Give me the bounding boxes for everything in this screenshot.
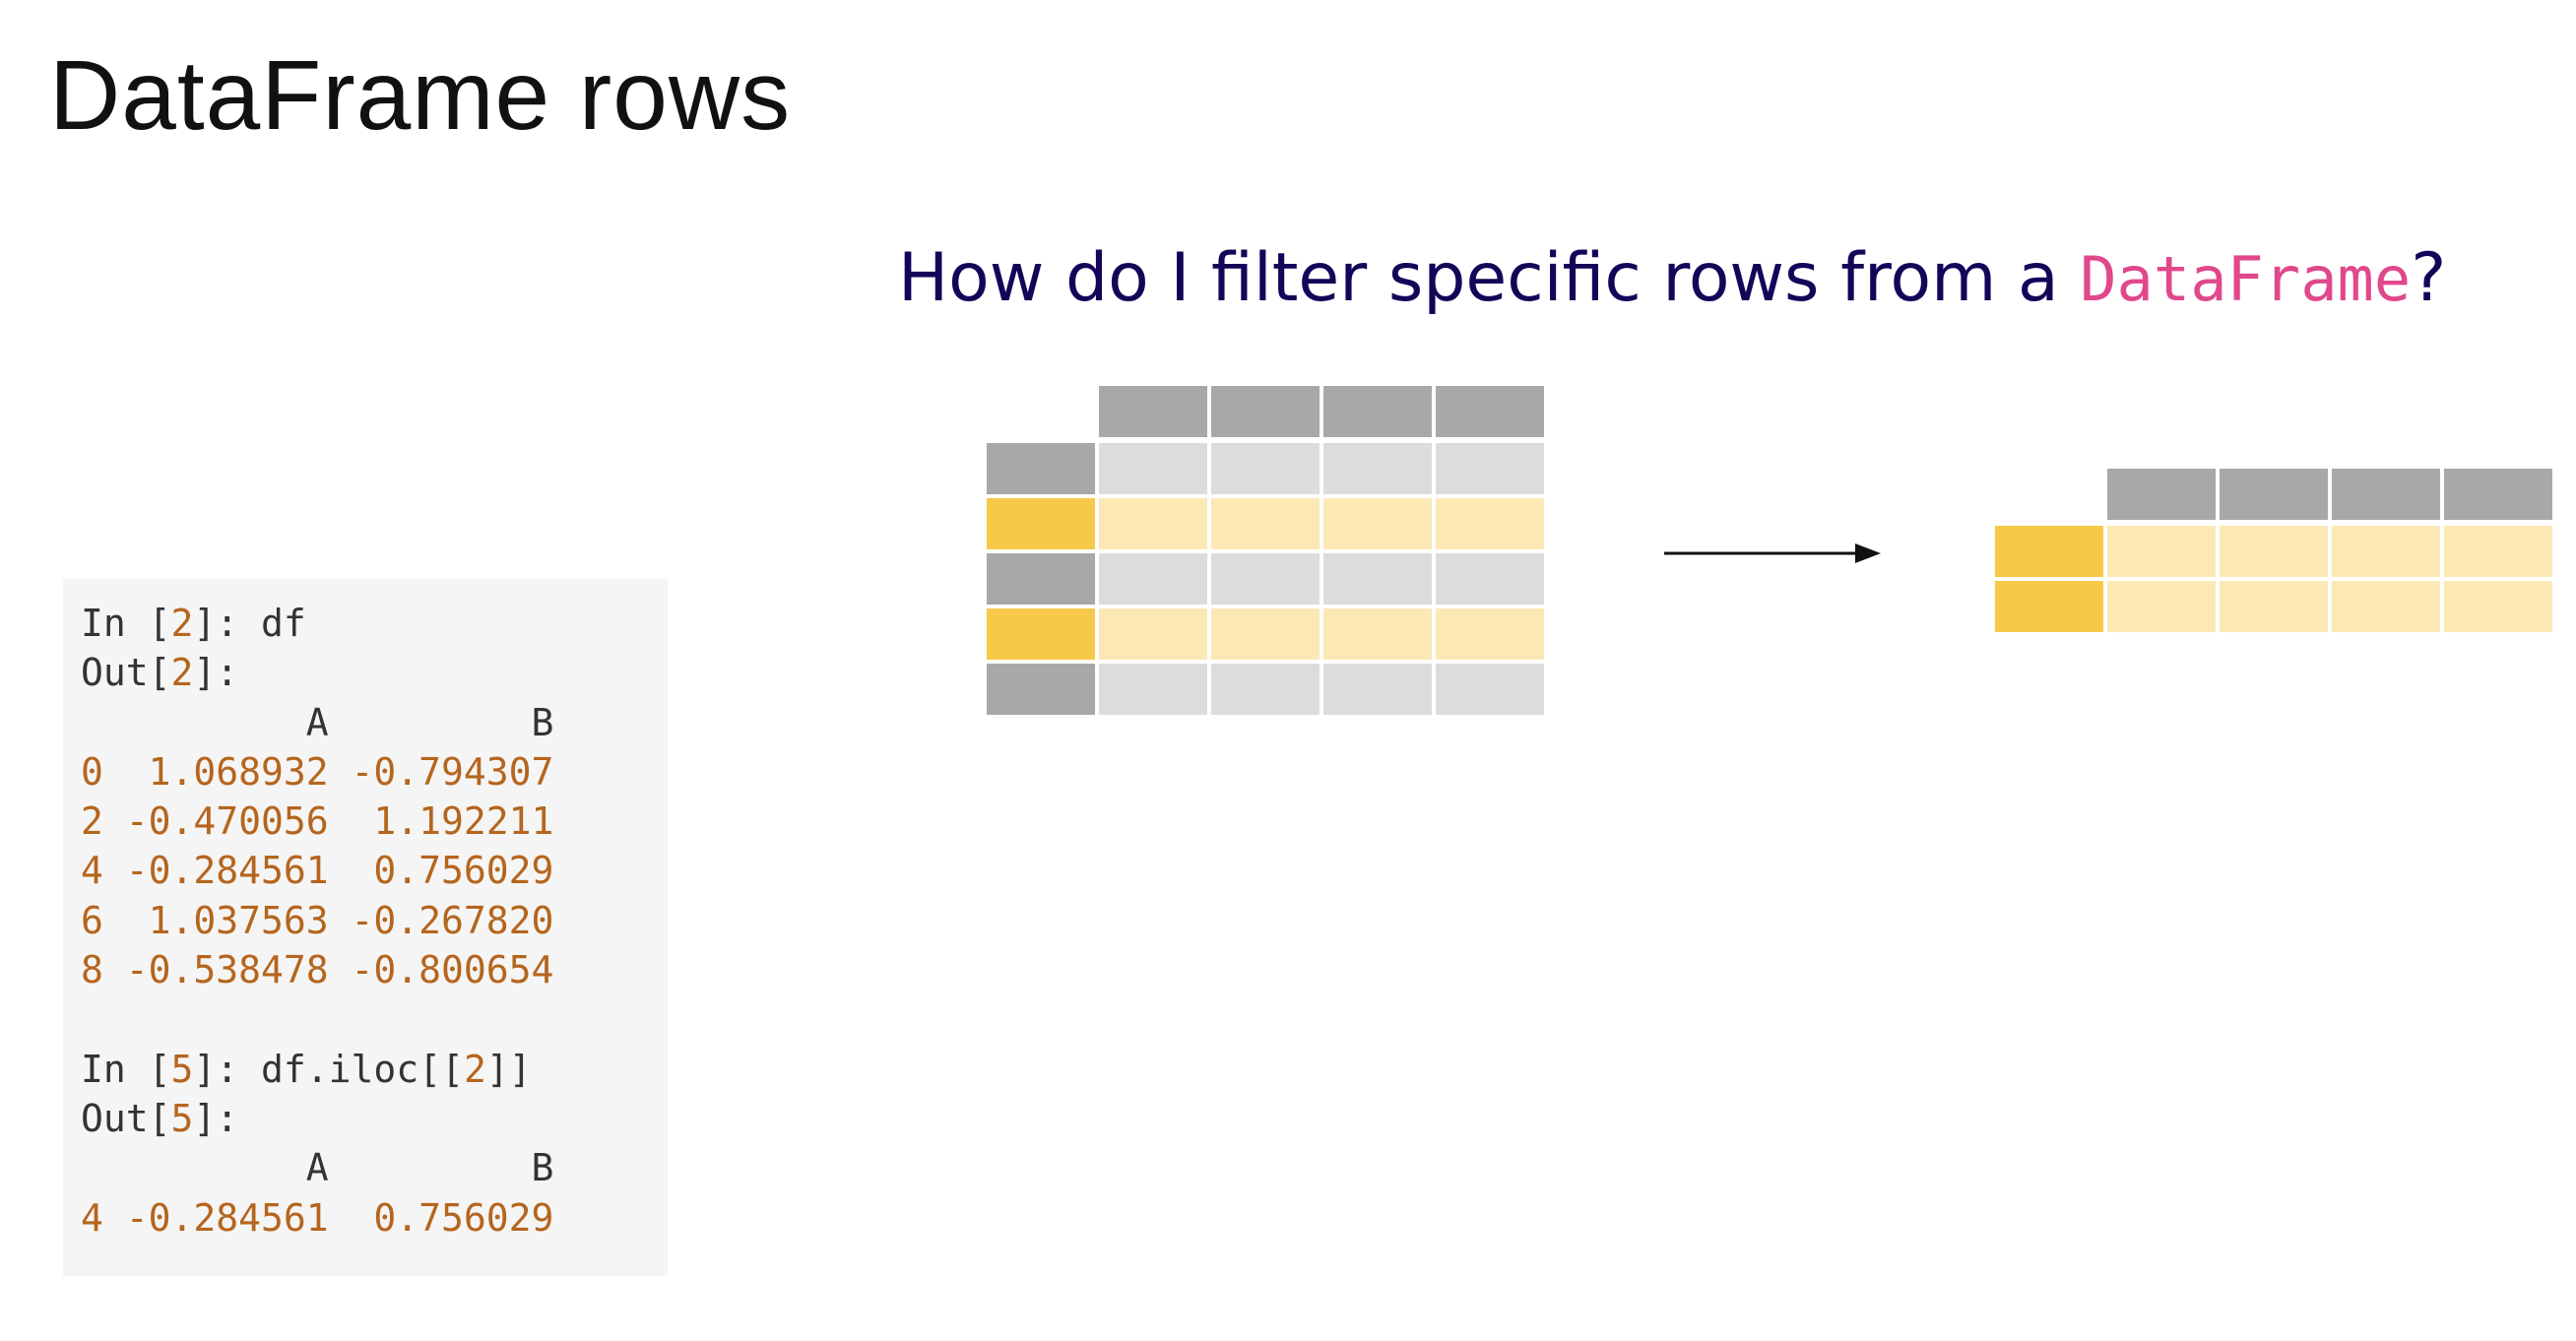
table-index-cell — [987, 553, 1095, 605]
table-cell — [1436, 553, 1544, 605]
table-cell-selected — [1211, 608, 1320, 660]
table-cell-selected — [2220, 581, 2328, 632]
row-filter-diagram — [987, 386, 2552, 715]
filter-arrow — [1664, 543, 1881, 563]
table-cell-selected — [2332, 526, 2440, 577]
table-header-cell — [1099, 386, 1207, 437]
table-cell — [1211, 664, 1320, 715]
table-cell — [1099, 443, 1207, 494]
table-cell — [1099, 664, 1207, 715]
table-header-cell — [2444, 469, 2552, 520]
table-cell-selected — [1323, 498, 1432, 549]
table-cell — [1099, 553, 1207, 605]
table-cell-selected — [1099, 498, 1207, 549]
table-index-cell — [987, 664, 1095, 715]
table-index-selected — [987, 498, 1095, 549]
table-cell — [1323, 664, 1432, 715]
table-cell-selected — [1211, 498, 1320, 549]
table-index-selected — [1995, 526, 2103, 577]
table-cell — [1211, 443, 1320, 494]
result-table — [1995, 469, 2552, 632]
table-index-selected — [1995, 581, 2103, 632]
table-cell-selected — [2220, 526, 2328, 577]
table-cell-selected — [2332, 581, 2440, 632]
table-cell — [1323, 553, 1432, 605]
source-table — [987, 386, 1544, 715]
table-cell-selected — [1436, 608, 1544, 660]
table-index-cell — [987, 443, 1095, 494]
table-header-cell — [2220, 469, 2328, 520]
table-header-cell — [1211, 386, 1320, 437]
table-cell — [1211, 553, 1320, 605]
table-header-cell — [2332, 469, 2440, 520]
table-header-cell — [1323, 386, 1432, 437]
table-cell-selected — [2444, 581, 2552, 632]
table-cell-selected — [2444, 526, 2552, 577]
table-cell-selected — [1099, 608, 1207, 660]
slide: DataFrame rows How do I filter specific … — [0, 0, 2576, 1341]
table-cell — [1436, 664, 1544, 715]
table-index-selected — [987, 608, 1095, 660]
table-cell-selected — [1436, 498, 1544, 549]
arrow-head-icon — [1855, 543, 1881, 563]
table-cell — [1436, 443, 1544, 494]
table-cell-selected — [1323, 608, 1432, 660]
table-cell-selected — [2107, 581, 2216, 632]
table-header-cell — [1436, 386, 1544, 437]
table-header-cell — [2107, 469, 2216, 520]
table-cell — [1323, 443, 1432, 494]
table-cell-selected — [2107, 526, 2216, 577]
